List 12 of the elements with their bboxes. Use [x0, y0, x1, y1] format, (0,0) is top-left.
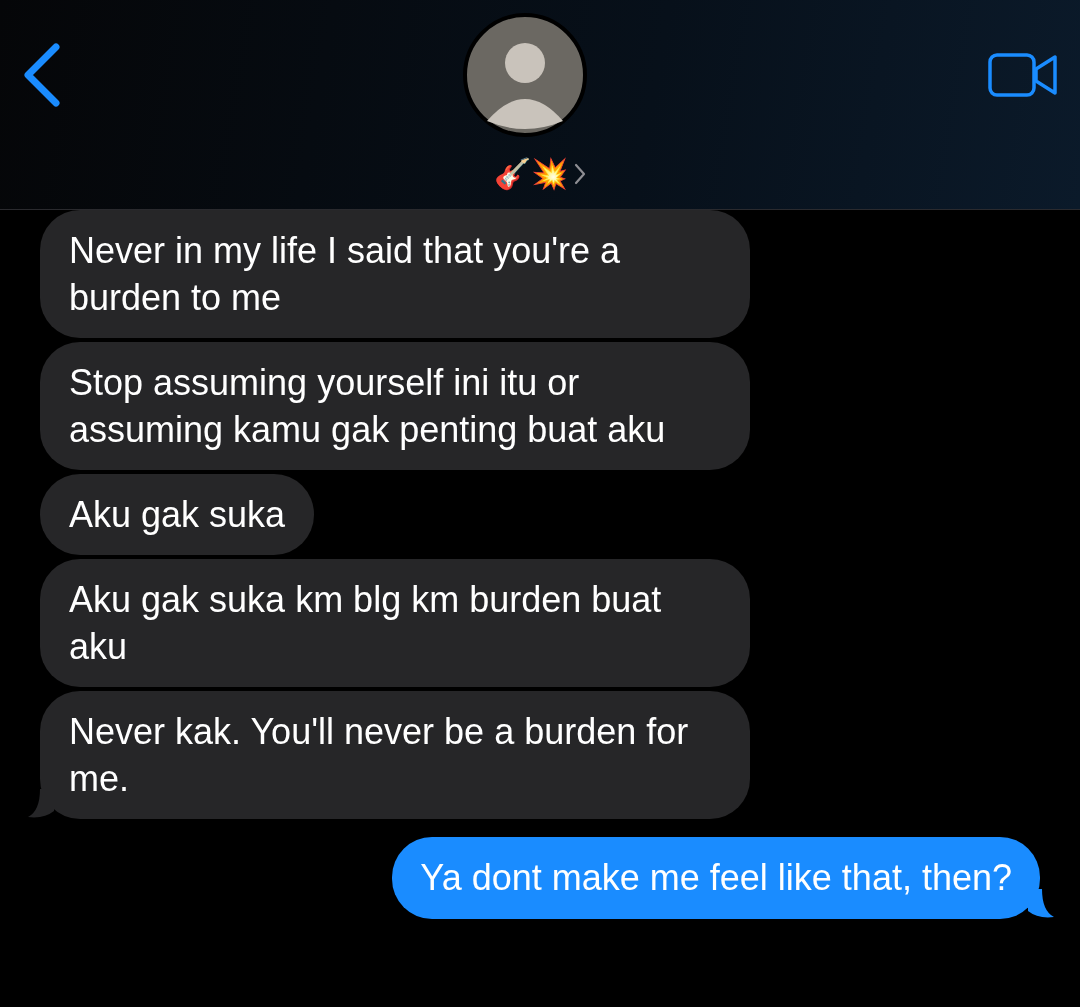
chevron-icon: [574, 163, 586, 185]
message-bubble: Aku gak suka km blg km burden buat aku: [40, 559, 750, 687]
message-bubble: Never kak. You'll never be a burden for me.: [40, 691, 750, 819]
message-bubble: Stop assuming yourself ini itu or assuming kamu gak penting buat aku: [40, 342, 750, 470]
message-bubble: Never in my life I said that you're a burden to me: [40, 210, 750, 338]
contact-name: 🎸💥: [494, 156, 568, 192]
back-icon[interactable]: [22, 43, 62, 107]
message-bubble: Aku gak suka: [40, 474, 315, 555]
avatar-icon[interactable]: [463, 13, 587, 137]
video-call-icon[interactable]: [988, 53, 1058, 97]
contact-name-button[interactable]: 🎸💥: [494, 156, 586, 192]
message-bubble: Ya dont make me feel like that, then?: [392, 837, 1040, 919]
